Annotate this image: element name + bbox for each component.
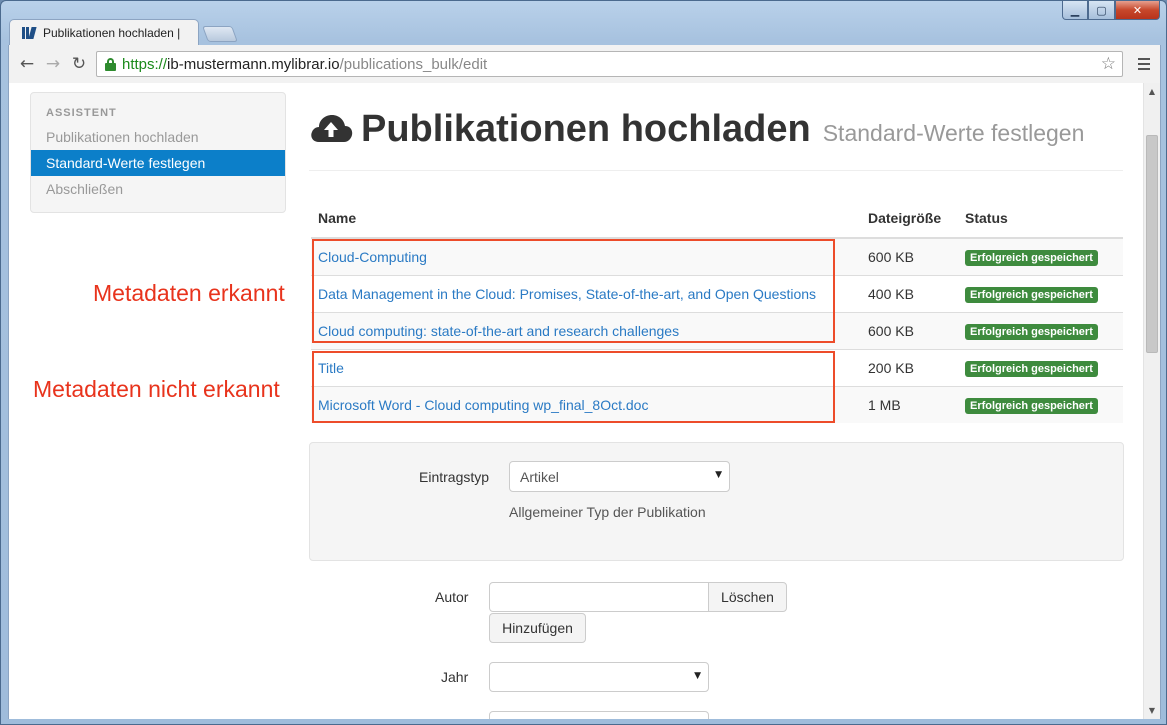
column-header-status: Status [958,199,1123,239]
lock-icon [105,57,116,71]
reload-button[interactable]: ↻ [66,51,92,77]
url-scheme: https:// [122,55,168,73]
forward-button[interactable]: → [40,51,66,77]
entry-type-select[interactable]: Artikel ▼ [509,461,730,492]
page-viewport: ASSISTENT Publikationen hochladen Standa… [8,83,1161,719]
entry-type-panel [309,442,1124,561]
entry-type-help: Allgemeiner Typ der Publikation [509,504,706,520]
vertical-scrollbar[interactable]: ▲ ▼ [1143,83,1160,719]
browser-window: ▁ ▢ ✕ Publikationen hochladen | ← → ↻ ht… [0,0,1167,725]
cloud-upload-icon [311,115,353,142]
status-badge: Erfolgreich gespeichert [965,249,1098,266]
next-field-select[interactable] [489,711,709,719]
tab-bar: Publikationen hochladen | [9,19,238,45]
column-header-size: Dateigröße [861,199,958,239]
hamburger-icon [1138,58,1150,60]
entry-type-value: Artikel [520,468,559,485]
status-badge: Erfolgreich gespeichert [965,323,1098,340]
new-tab-button[interactable] [202,26,238,42]
minimize-button[interactable]: ▁ [1062,1,1088,20]
back-button[interactable]: ← [14,51,40,77]
sidebar-item-finish[interactable]: Abschließen [31,176,285,202]
window-controls: ▁ ▢ ✕ [1062,1,1160,20]
caret-down-icon: ▼ [715,470,722,480]
annotation-box-not-recognized [312,351,835,423]
url-host: ib-mustermann.mylibrar.io [167,55,340,73]
maximize-icon: ▢ [1096,3,1107,17]
scroll-down-icon[interactable]: ▼ [1144,702,1160,719]
address-bar[interactable]: https:// ib-mustermann.mylibrar.io /publ… [96,51,1123,77]
sidebar-header: ASSISTENT [46,107,117,119]
file-status-cell: Erfolgreich gespeichert [958,385,1123,423]
add-author-button[interactable]: Hinzufügen [489,613,586,643]
scroll-thumb[interactable] [1146,135,1158,353]
status-badge: Erfolgreich gespeichert [965,360,1098,377]
wizard-sidebar: ASSISTENT Publikationen hochladen Standa… [30,92,286,213]
author-label: Autor [435,589,469,605]
status-badge: Erfolgreich gespeichert [965,286,1098,303]
year-select[interactable]: ▼ [489,662,709,692]
close-window-button[interactable]: ✕ [1115,1,1160,20]
arrow-right-icon: → [45,54,61,74]
browser-menu-button[interactable] [1131,51,1157,77]
file-status-cell: Erfolgreich gespeichert [958,237,1123,275]
entry-type-label: Eintragstyp [419,469,490,485]
year-label: Jahr [441,669,469,685]
close-icon: ✕ [1132,3,1143,17]
tab-publikationen[interactable]: Publikationen hochladen | [9,19,199,45]
annotation-box-recognized [312,239,835,343]
table-header-row: Name Dateigröße Status [311,199,1123,239]
status-badge: Erfolgreich gespeichert [965,397,1098,414]
bookmark-star-icon[interactable]: ☆ [1101,54,1116,74]
page-subtitle: Standard-Werte festlegen [822,120,1085,146]
caret-down-icon: ▼ [694,671,701,681]
column-header-name: Name [311,199,861,239]
file-status-cell: Erfolgreich gespeichert [958,311,1123,349]
library-favicon-icon [22,26,37,39]
sidebar-item-upload[interactable]: Publikationen hochladen [31,124,285,150]
browser-toolbar: ← → ↻ https:// ib-mustermann.mylibrar.io… [8,45,1161,83]
arrow-left-icon: ← [19,54,35,74]
delete-author-button[interactable]: Löschen [708,582,787,612]
file-size-cell: 1 MB [861,385,958,423]
sidebar-item-defaults[interactable]: Standard-Werte festlegen [31,150,285,176]
reload-icon: ↻ [71,54,87,74]
page-header: Publikationen hochladen Standard-Werte f… [309,107,1123,171]
minimize-icon: ▁ [1070,3,1080,17]
file-status-cell: Erfolgreich gespeichert [958,274,1123,312]
maximize-button[interactable]: ▢ [1088,1,1115,20]
file-status-cell: Erfolgreich gespeichert [958,348,1123,386]
file-size-cell: 200 KB [861,348,958,386]
file-size-cell: 400 KB [861,274,958,312]
tab-title: Publikationen hochladen | [43,25,181,40]
author-input[interactable] [489,582,709,612]
file-size-cell: 600 KB [861,237,958,275]
annotation-label-not-recognized: Metadaten nicht erkannt [33,376,280,402]
url-path: /publications_bulk/edit [339,55,488,73]
file-size-cell: 600 KB [861,311,958,349]
annotation-label-recognized: Metadaten erkannt [93,280,285,306]
page-title: Publikationen hochladen [361,108,811,150]
scroll-up-icon[interactable]: ▲ [1144,83,1160,100]
